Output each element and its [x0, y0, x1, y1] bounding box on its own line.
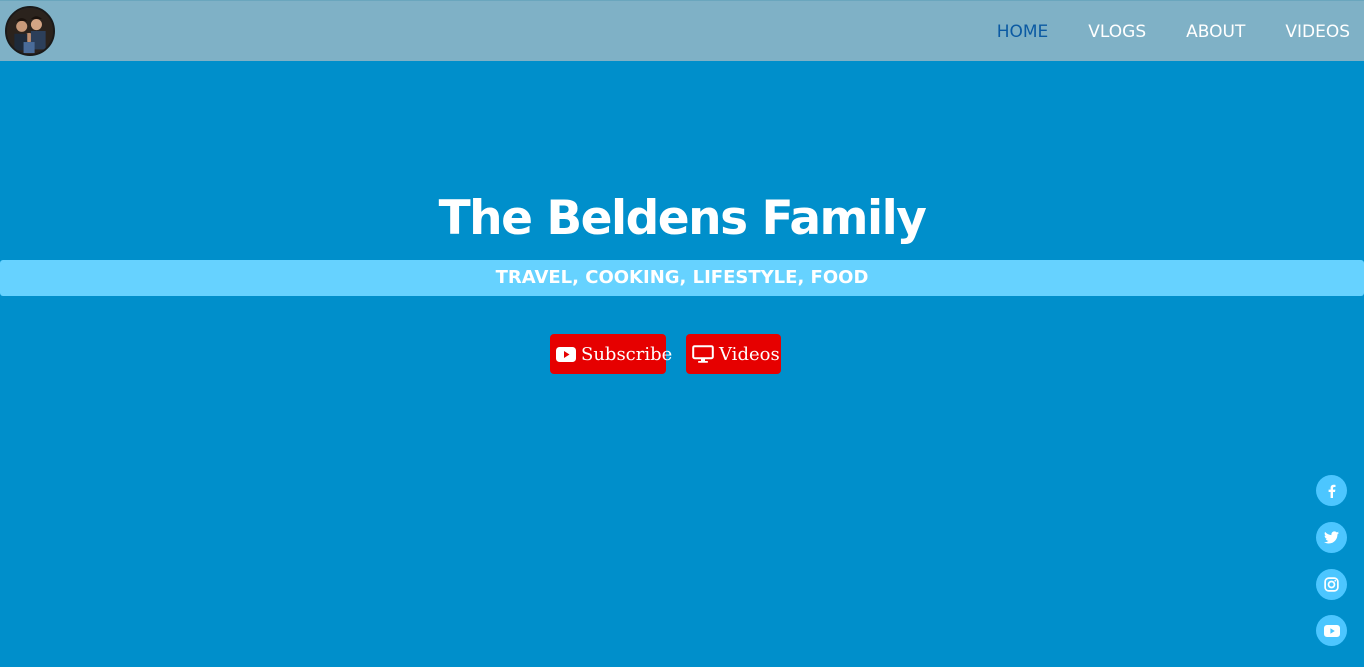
tagline-bar: TRAVEL, COOKING, LIFESTYLE, FOOD	[0, 260, 1364, 296]
family-photo-icon	[7, 8, 53, 54]
top-navbar: HOME VLOGS ABOUT VIDEOS	[0, 0, 1364, 61]
youtube-icon	[556, 346, 576, 362]
page-title: The Beldens Family	[438, 191, 927, 246]
videos-label: Videos	[719, 343, 780, 365]
nav-link-home[interactable]: HOME	[997, 22, 1049, 42]
monitor-icon	[692, 345, 714, 363]
facebook-link[interactable]	[1316, 475, 1347, 506]
instagram-link[interactable]	[1316, 569, 1347, 600]
instagram-icon	[1324, 577, 1339, 592]
subscribe-button[interactable]: Subscribe	[550, 334, 672, 374]
avatar[interactable]	[5, 6, 55, 56]
twitter-link[interactable]	[1316, 522, 1347, 553]
tagline-text: TRAVEL, COOKING, LIFESTYLE, FOOD	[495, 267, 869, 288]
nav-link-about[interactable]: ABOUT	[1186, 22, 1245, 42]
videos-button[interactable]: Videos	[686, 334, 781, 374]
facebook-icon	[1328, 484, 1335, 498]
nav-link-vlogs[interactable]: VLOGS	[1088, 22, 1146, 42]
main-nav: HOME VLOGS ABOUT VIDEOS	[957, 1, 1350, 62]
nav-link-videos[interactable]: VIDEOS	[1285, 22, 1350, 42]
subscribe-label: Subscribe	[581, 343, 673, 365]
youtube-icon	[1323, 624, 1340, 637]
twitter-icon	[1324, 531, 1339, 544]
youtube-link[interactable]	[1316, 615, 1347, 646]
